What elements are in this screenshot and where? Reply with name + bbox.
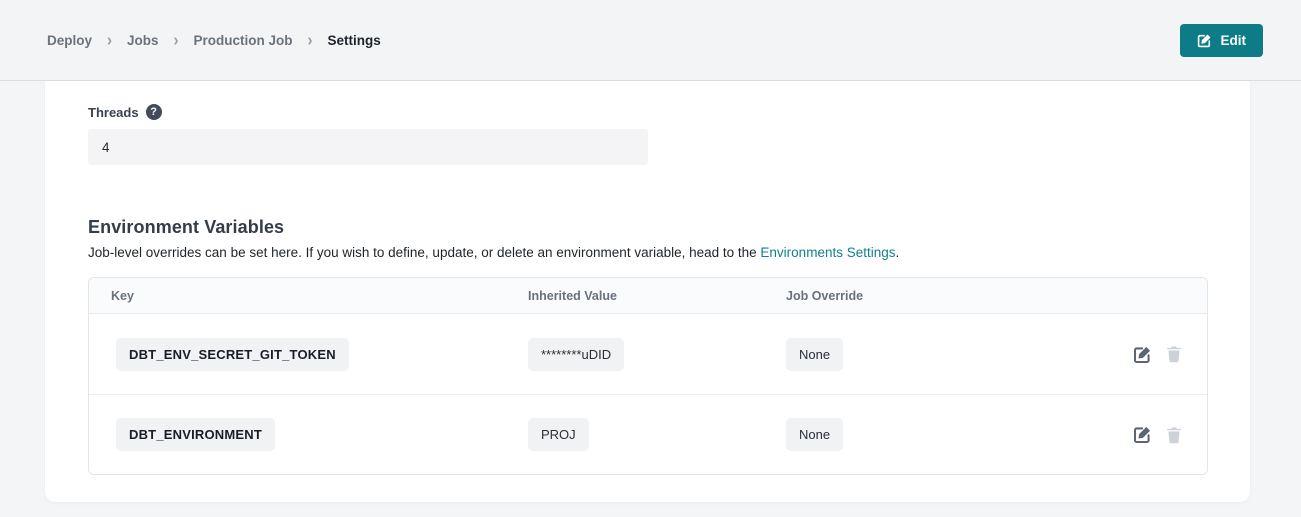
- description-text-before: Job-level overrides can be set here. If …: [88, 245, 760, 260]
- edit-row-button[interactable]: [1133, 345, 1152, 364]
- inherited-value-cell: ********uDID: [528, 338, 786, 371]
- threads-input[interactable]: [88, 129, 648, 165]
- delete-row-button[interactable]: [1165, 426, 1183, 444]
- breadcrumb-item-production-job[interactable]: Production Job: [194, 33, 293, 48]
- environments-settings-link[interactable]: Environments Settings: [760, 245, 895, 260]
- job-override-badge: None: [786, 338, 843, 371]
- inherited-value-cell: PROJ: [528, 418, 786, 451]
- threads-field-header: Threads ?: [88, 104, 1250, 120]
- table-row: DBT_ENV_SECRET_GIT_TOKEN ********uDID No…: [89, 314, 1207, 394]
- job-override-cell: None: [786, 418, 1207, 451]
- row-actions: [1133, 425, 1183, 444]
- edit-row-button[interactable]: [1133, 425, 1152, 444]
- column-header-job-override: Job Override: [786, 289, 1207, 303]
- top-bar: Deploy › Jobs › Production Job › Settings Edit: [0, 0, 1301, 81]
- trash-icon: [1165, 426, 1183, 444]
- breadcrumb-item-jobs[interactable]: Jobs: [127, 33, 159, 48]
- column-header-key: Key: [89, 289, 528, 303]
- key-cell: DBT_ENVIRONMENT: [89, 418, 528, 451]
- table-body: DBT_ENV_SECRET_GIT_TOKEN ********uDID No…: [89, 314, 1207, 474]
- chevron-right-icon: ›: [174, 31, 179, 48]
- breadcrumb-item-settings: Settings: [328, 33, 381, 48]
- inherited-value-badge: ********uDID: [528, 338, 624, 371]
- env-vars-table: Key Inherited Value Job Override DBT_ENV…: [88, 277, 1208, 475]
- question-circle-icon[interactable]: ?: [146, 104, 162, 120]
- job-override-badge: None: [786, 418, 843, 451]
- column-header-inherited-value: Inherited Value: [528, 289, 786, 303]
- chevron-right-icon: ›: [308, 31, 313, 48]
- pencil-square-icon: [1133, 425, 1152, 444]
- env-var-key-badge: DBT_ENV_SECRET_GIT_TOKEN: [116, 338, 349, 371]
- delete-row-button[interactable]: [1165, 345, 1183, 363]
- table-row: DBT_ENVIRONMENT PROJ None: [89, 394, 1207, 474]
- inherited-value-badge: PROJ: [528, 418, 589, 451]
- table-header-row: Key Inherited Value Job Override: [89, 278, 1207, 314]
- threads-label: Threads: [88, 105, 139, 120]
- settings-card: Threads ? Environment Variables Job-leve…: [45, 81, 1250, 502]
- env-var-key-badge: DBT_ENVIRONMENT: [116, 418, 275, 451]
- section-description: Job-level overrides can be set here. If …: [88, 245, 1250, 260]
- description-text-after: .: [896, 245, 900, 260]
- trash-icon: [1165, 345, 1183, 363]
- breadcrumb-item-deploy[interactable]: Deploy: [47, 33, 92, 48]
- job-settings-page: Deploy › Jobs › Production Job › Settings Edit…: [0, 0, 1301, 517]
- edit-button[interactable]: Edit: [1180, 24, 1264, 57]
- pencil-square-icon: [1133, 345, 1152, 364]
- job-override-cell: None: [786, 338, 1207, 371]
- edit-button-label: Edit: [1221, 33, 1247, 48]
- pencil-square-icon: [1197, 33, 1212, 48]
- breadcrumb: Deploy › Jobs › Production Job › Settings: [47, 33, 381, 48]
- key-cell: DBT_ENV_SECRET_GIT_TOKEN: [89, 338, 528, 371]
- section-title: Environment Variables: [88, 217, 1250, 238]
- row-actions: [1133, 345, 1183, 364]
- environment-variables-section: Environment Variables Job-level override…: [88, 217, 1250, 475]
- chevron-right-icon: ›: [107, 31, 112, 48]
